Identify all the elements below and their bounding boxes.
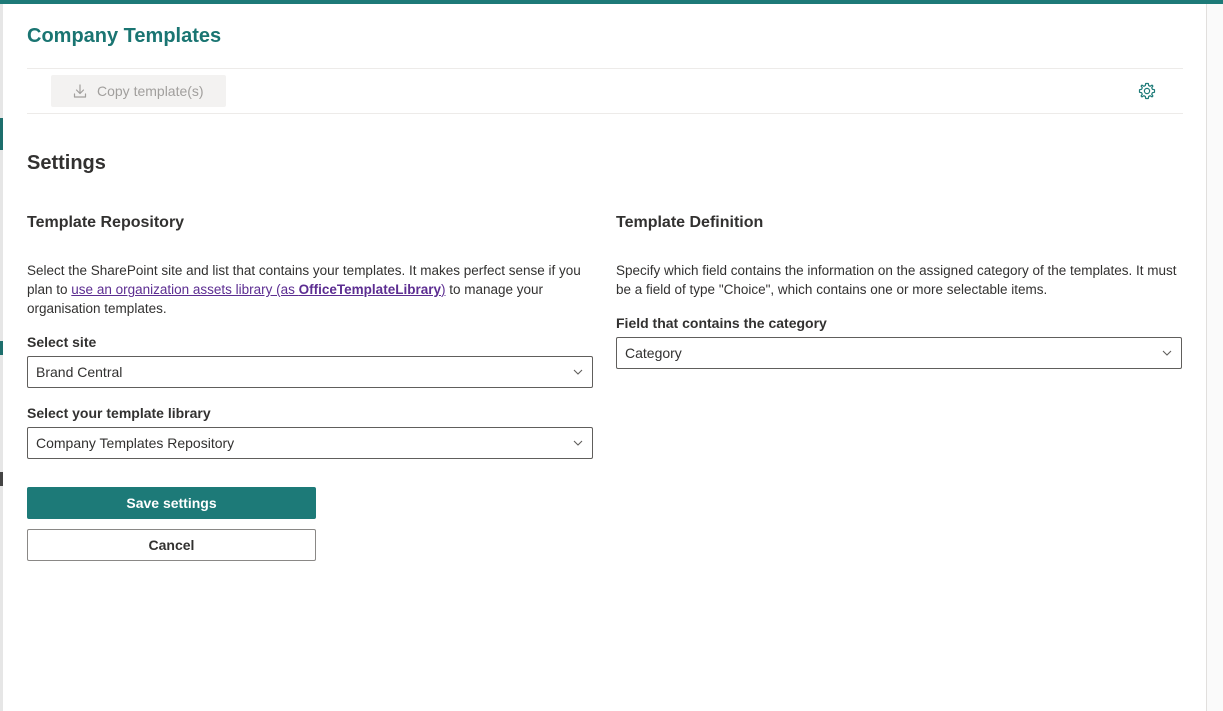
select-site-dropdown[interactable]: Brand Central [27, 356, 593, 388]
scrollbar-track[interactable] [1207, 4, 1223, 711]
link-text: use an organization assets library (as [71, 282, 299, 297]
download-icon [73, 84, 87, 98]
panel-title: Company Templates [27, 25, 222, 47]
cancel-label: Cancel [148, 537, 195, 553]
template-definition-description: Specify which field contains the informa… [616, 263, 1177, 297]
chevron-down-icon [573, 440, 583, 446]
save-settings-button[interactable]: Save settings [27, 487, 316, 519]
settings-button[interactable] [1137, 81, 1157, 101]
chevron-down-icon [573, 369, 583, 375]
settings-heading: Settings [27, 152, 106, 174]
cancel-button[interactable]: Cancel [27, 529, 316, 561]
copy-templates-button[interactable]: Copy template(s) [51, 75, 226, 107]
chevron-down-icon [1162, 350, 1172, 356]
select-site-label: Select site [27, 334, 97, 350]
settings-panel: Company Templates Copy template(s) Setti… [0, 0, 1223, 711]
divider [27, 68, 1183, 69]
template-repository-description: Select the SharePoint site and list that… [27, 261, 593, 318]
left-edge-mark [0, 118, 3, 150]
select-site-value: Brand Central [36, 364, 123, 380]
select-library-label: Select your template library [27, 405, 211, 421]
copy-templates-label: Copy template(s) [97, 83, 204, 99]
top-accent-bar [0, 0, 1223, 4]
template-definition-heading: Template Definition [616, 214, 764, 231]
category-field-value: Category [625, 345, 682, 361]
template-repository-heading: Template Repository [27, 214, 185, 231]
left-edge-mark [0, 472, 3, 486]
left-edge-mark [0, 341, 3, 355]
organization-assets-library-link[interactable]: use an organization assets library (as O… [71, 282, 445, 297]
select-library-dropdown[interactable]: Company Templates Repository [27, 427, 593, 459]
left-background-edge [0, 4, 3, 711]
gear-icon [1138, 82, 1156, 100]
divider [27, 113, 1183, 114]
select-library-value: Company Templates Repository [36, 435, 235, 451]
save-settings-label: Save settings [126, 495, 217, 511]
link-bold-text: OfficeTemplateLibrary [298, 282, 441, 297]
category-field-dropdown[interactable]: Category [616, 337, 1182, 369]
category-field-label: Field that contains the category [616, 315, 827, 331]
